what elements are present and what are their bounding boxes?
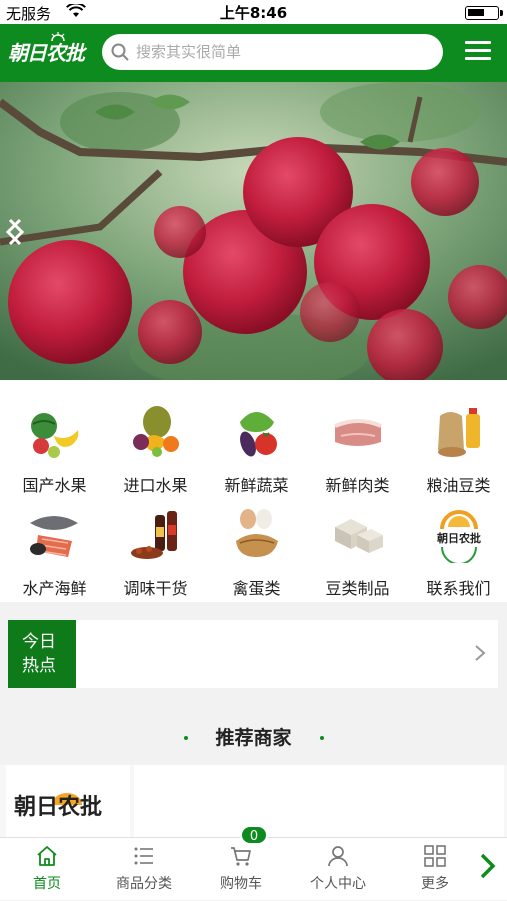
hamburger-menu-icon [465,41,491,44]
logo-text: 朝日农批 [8,41,85,65]
category-vegetables[interactable]: 新鲜蔬菜 [206,402,307,502]
status-bar: 无服务 上午8:46 [0,0,507,24]
poultry-eggs-icon [236,509,278,557]
merchant-card[interactable]: 朝日农批 [6,765,130,837]
tab-categories[interactable]: 商品分类 [94,838,194,901]
category-label: 进口水果 [123,476,188,495]
grain-oil-icon [438,408,480,457]
title-dot-right [320,736,324,740]
category-imported-fruit[interactable]: 进口水果 [105,402,206,502]
user-icon [328,846,348,867]
sun-rays-icon [51,32,65,42]
category-label: 禽蛋类 [232,579,281,598]
recommend-title-text: 推荐商家 [215,727,292,749]
bottom-tab-bar: 首页 商品分类 购物车 0 个人中心 更多 [0,825,507,901]
category-seasoning[interactable]: 调味干货 [105,505,206,605]
category-poultry-eggs[interactable]: 禽蛋类 [206,505,307,605]
contact-logo-icon: 朝日农批 [436,510,482,563]
category-meat[interactable]: 新鲜肉类 [307,402,408,502]
recommend-section-title: 推荐商家 [0,718,507,758]
search-input[interactable] [136,40,426,64]
list-icon [134,847,153,865]
seafood-icon [30,516,78,557]
category-label: 调味干货 [123,579,188,598]
tab-more[interactable]: 更多 [385,838,485,901]
category-label: 新鲜蔬菜 [224,476,289,495]
today-hot-bar[interactable]: 今日 热点 [8,620,498,688]
cart-icon [231,847,251,866]
tofu-icon [335,519,383,553]
tab-label: 首页 [33,876,61,892]
category-label: 国产水果 [22,476,87,495]
category-label: 联系我们 [426,579,491,598]
category-grain-oil[interactable]: 粮油豆类 [408,402,507,502]
search-icon [111,43,129,61]
banner-carousel[interactable] [0,82,507,380]
vegetables-icon [240,412,277,457]
imported-fruit-icon [133,406,179,457]
clock: 上午8:46 [219,4,288,22]
category-contact-us[interactable]: 朝日农批 联系我们 [408,505,507,605]
category-domestic-fruit[interactable]: 国产水果 [4,402,105,502]
svg-text:朝日农批: 朝日农批 [437,531,481,545]
category-label: 豆类制品 [325,579,390,598]
tabbar-next-arrow[interactable] [479,852,497,880]
seasoning-icon [131,511,177,559]
banner-next-arrow[interactable] [0,212,30,252]
tab-profile[interactable]: 个人中心 [288,838,388,901]
merchant-card-empty[interactable] [134,765,504,837]
category-label: 粮油豆类 [426,476,491,495]
banner-image [0,82,507,380]
battery-icon [465,6,503,20]
today-hot-badge: 今日 热点 [8,620,76,688]
app-logo[interactable]: 朝日农批 [8,32,96,70]
menu-button[interactable] [465,39,491,63]
meat-icon [334,419,382,446]
tab-label: 个人中心 [310,876,366,892]
home-icon [37,846,57,866]
tab-label: 更多 [421,876,449,892]
tab-cart[interactable]: 购物车 [191,838,291,901]
hot-badge-line2: 热点 [22,656,56,676]
title-dot-left [184,736,188,740]
search-box[interactable] [102,34,443,70]
app-header: 朝日农批 [0,24,507,82]
category-label: 水产海鲜 [22,579,87,598]
category-label: 新鲜肉类 [325,476,390,495]
grid-icon [424,845,446,867]
cart-count-badge: 0 [240,825,268,845]
category-grid: 国产水果 进口水果 新鲜蔬菜 新鲜肉类 粮油豆类 水产海鲜 调味干货 禽蛋类 豆… [0,380,507,602]
merchant-logo-text: 朝日农批 [14,794,103,820]
tab-label: 购物车 [220,876,262,892]
tab-home[interactable]: 首页 [0,838,97,901]
domestic-fruit-icon [31,413,79,458]
category-seafood[interactable]: 水产海鲜 [4,505,105,605]
hot-badge-line1: 今日 [22,632,56,652]
chevron-right-icon[interactable] [474,644,486,662]
tab-label: 商品分类 [116,876,172,892]
category-tofu[interactable]: 豆类制品 [307,505,408,605]
